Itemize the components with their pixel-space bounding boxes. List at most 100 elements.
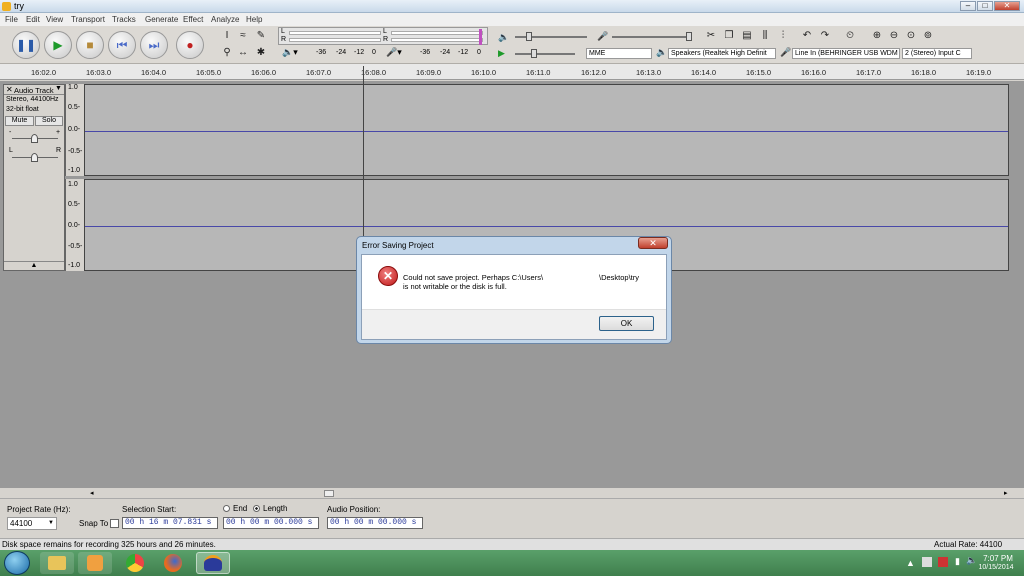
play-speed-thumb[interactable] [531,49,537,58]
project-rate-value: 44100 [10,519,33,528]
input-volume-slider[interactable] [612,36,690,38]
selection-tool-icon[interactable]: I [220,29,234,43]
recording-device-select[interactable]: Line In (BEHRINGER USB WDM [792,48,900,59]
minimize-button[interactable]: – [960,1,976,11]
length-radio[interactable] [253,505,260,512]
tray-icon[interactable] [922,557,932,567]
clock-date[interactable]: 10/15/2014 [972,564,1020,571]
play-button[interactable]: ▶ [44,31,72,59]
ruler-tick: 16:17.0 [856,68,882,77]
input-volume-thumb[interactable] [686,32,692,41]
zoom-tool-icon[interactable]: ⚲ [220,46,234,60]
menu-file[interactable]: File [5,15,18,24]
scroll-thumb[interactable] [324,490,334,497]
audio-host-value: MME [589,50,606,57]
fit-selection-icon[interactable]: ⊙ [904,29,918,43]
collapse-track-icon[interactable]: ▲ [4,261,64,270]
cut-icon[interactable]: ✂ [704,29,718,43]
snap-to-checkbox[interactable] [110,519,119,528]
maximize-button[interactable]: □ [977,1,993,11]
menu-view[interactable]: View [46,15,63,24]
actual-rate-status: Actual Rate: 44100 [934,540,1003,549]
track-name[interactable]: Audio Track [14,86,54,95]
explorer-icon[interactable] [40,552,74,574]
horizontal-scrollbar[interactable]: ◂ ▸ [88,489,1016,498]
play-at-speed-button[interactable]: ▶ [498,48,505,59]
scroll-left-icon[interactable]: ◂ [90,489,94,497]
copy-icon[interactable]: ❐ [722,29,736,43]
clock-time[interactable]: 7:07 PM [978,554,1018,563]
media-player-icon[interactable] [78,552,112,574]
skip-end-button[interactable]: ⏭ [140,31,168,59]
zoom-in-icon[interactable]: ⊕ [870,29,884,43]
paste-icon[interactable]: ▤ [740,29,754,43]
envelope-tool-icon[interactable]: ≈ [236,29,250,43]
audio-position-field[interactable]: 00 h 00 m 00.000 s [327,517,423,529]
record-button[interactable]: ● [176,31,204,59]
menu-generate[interactable]: Generate [145,15,178,24]
scroll-right-icon[interactable]: ▸ [1004,489,1008,497]
play-speed-slider[interactable] [515,53,575,55]
project-rate-select[interactable]: 44100 ▼ [7,517,57,530]
meter-tick: -36 [420,49,431,56]
pan-slider-thumb[interactable] [31,153,38,162]
fit-project-icon[interactable]: ⊚ [921,29,935,43]
sync-lock-icon[interactable]: ⏲ [843,29,857,43]
solo-button[interactable]: Solo [35,116,63,126]
menu-effect[interactable]: Effect [183,15,203,24]
waveform-left-channel[interactable] [84,84,1009,176]
mute-button[interactable]: Mute [5,116,34,126]
zero-line [85,226,1008,227]
multi-tool-icon[interactable]: ✱ [254,46,268,60]
menu-transport[interactable]: Transport [71,15,105,24]
length-field[interactable]: 00 h 00 m 00.000 s [223,517,319,529]
zoom-out-icon[interactable]: ⊖ [887,29,901,43]
tray-icon[interactable] [938,557,948,567]
tray-arrow-icon[interactable]: ▲ [906,558,915,568]
dialog-close-icon[interactable]: ✕ [638,237,668,249]
skip-start-button[interactable]: ⏮ [108,31,136,59]
ok-button[interactable]: OK [599,316,654,331]
close-button[interactable]: ✕ [994,1,1020,11]
network-icon[interactable]: ▮ [955,556,960,567]
menu-analyze[interactable]: Analyze [211,15,239,24]
mic-small-icon: 🎤 [780,47,792,57]
menu-help[interactable]: Help [246,15,262,24]
start-button-icon[interactable] [4,551,30,575]
chrome-icon[interactable] [118,552,152,574]
menu-tracks[interactable]: Tracks [112,15,136,24]
audacity-taskbar-icon[interactable] [196,552,230,574]
audio-host-select[interactable]: MME [586,48,652,59]
undo-icon[interactable]: ↶ [800,29,814,43]
playback-device-select[interactable]: Speakers (Realtek High Definit [668,48,776,59]
selection-start-field[interactable]: 00 h 16 m 07.831 s [122,517,218,529]
menu-edit[interactable]: Edit [26,15,40,24]
end-radio[interactable] [223,505,230,512]
redo-icon[interactable]: ↷ [818,29,832,43]
track-header[interactable]: ✕ Audio Track ▼ [4,85,64,95]
dialog-body: ✕ Could not save project. Perhaps C:\Use… [361,254,667,340]
error-icon: ✕ [378,266,398,286]
trim-icon[interactable]: ⫼ [758,29,772,43]
error-message-line1: Could not save project. Perhaps C:\Users… [403,273,544,282]
track-menu-icon[interactable]: ▼ [55,85,62,92]
media-icon [87,555,103,571]
stop-button[interactable]: ■ [76,31,104,59]
meter-tick: -24 [440,49,451,56]
scale-label: 1.0 [68,181,78,188]
firefox-icon[interactable] [156,552,190,574]
output-volume-thumb[interactable] [526,32,532,41]
timeline-ruler[interactable]: 16:02.0 16:03.0 16:04.0 16:05.0 16:06.0 … [0,64,1024,80]
gain-slider-thumb[interactable] [31,134,38,143]
draw-tool-icon[interactable]: ✎ [254,29,268,43]
track-close-icon[interactable]: ✕ [6,85,13,94]
meter-tick: -12 [354,49,365,56]
disk-space-status: Disk space remains for recording 325 hou… [2,540,216,549]
scale-label: -0.5- [68,243,83,250]
ruler-tick: 16:13.0 [636,68,662,77]
silence-icon[interactable]: ⫶ [776,29,790,43]
channels-select[interactable]: 2 (Stereo) Input C [902,48,972,59]
timeshift-tool-icon[interactable]: ↔ [236,46,250,60]
pause-button[interactable]: ❚❚ [12,31,40,59]
length-value: 00 h 00 m 00.000 s [226,518,313,527]
